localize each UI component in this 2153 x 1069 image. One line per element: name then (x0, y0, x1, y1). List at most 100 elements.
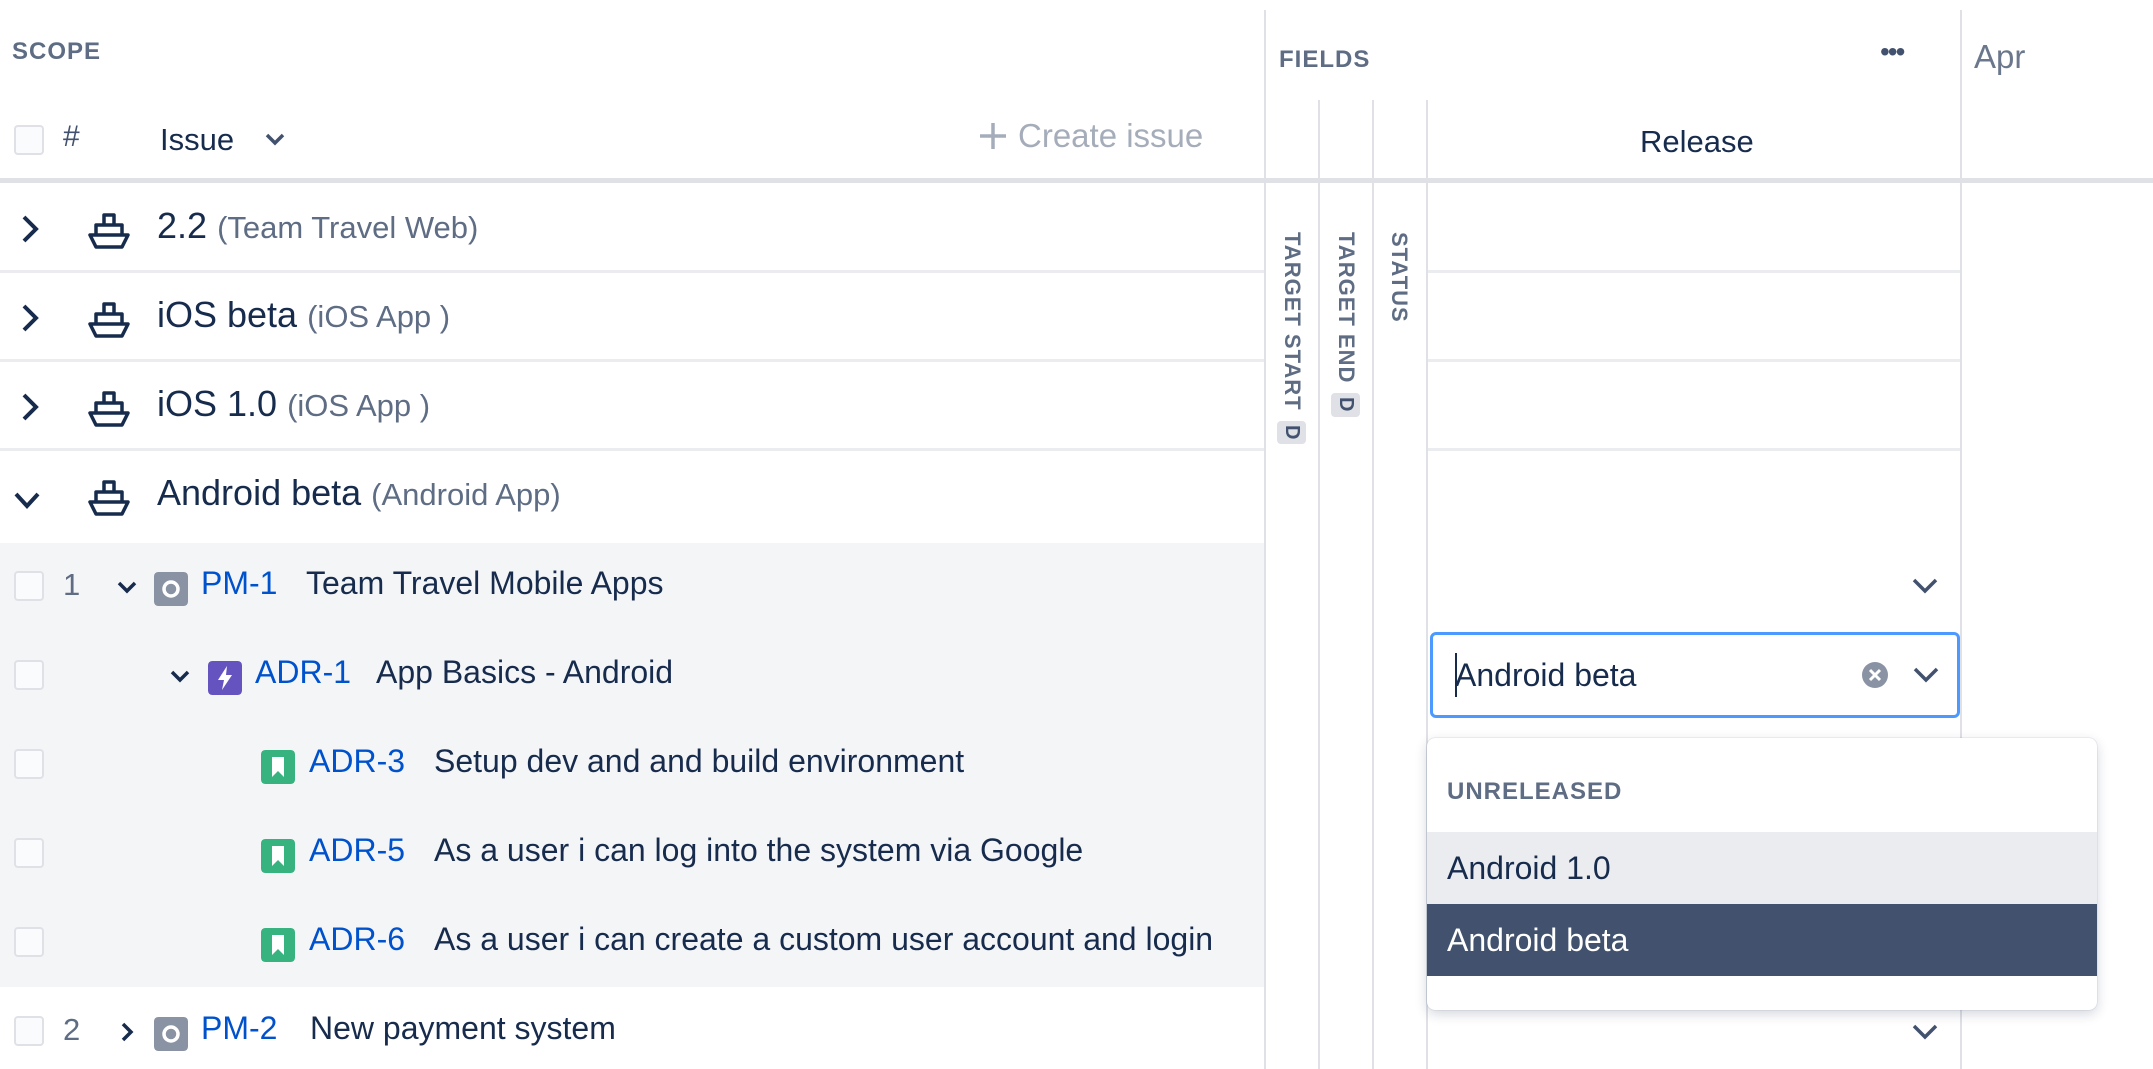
ship-icon (88, 302, 130, 338)
row-divider (0, 448, 1266, 451)
menu-option-android-beta[interactable]: Android beta (1427, 904, 2097, 976)
row-divider (1427, 270, 1960, 273)
row-checkbox[interactable] (14, 838, 44, 868)
table-row[interactable]: 1 PM-1 Team Travel Mobile Apps (0, 542, 1266, 631)
table-row[interactable]: ADR-3 Setup dev and and build environmen… (0, 720, 1266, 809)
target-end-label: TARGET END (1334, 232, 1359, 384)
release-group-name: iOS 1.0 (iOS App ) (157, 383, 430, 425)
release-group-row[interactable]: iOS beta (iOS App ) (0, 276, 1266, 365)
row-divider (1427, 448, 1960, 451)
header-divider (0, 178, 2153, 183)
table-row[interactable]: ADR-1 App Basics - Android (0, 631, 1266, 720)
target-start-label: TARGET START (1280, 232, 1305, 411)
group-title: iOS beta (157, 294, 298, 335)
menu-group-label: UNRELEASED (1447, 778, 1623, 805)
issue-column-header[interactable]: Issue (160, 122, 286, 158)
chevron-right-icon[interactable] (115, 1017, 139, 1047)
create-issue-label: Create issue (1018, 117, 1204, 154)
ship-icon (88, 391, 130, 427)
number-column-header: # (63, 120, 80, 153)
row-checkbox[interactable] (14, 660, 44, 690)
chevron-down-icon (265, 133, 285, 146)
release-column-header: Release (1640, 124, 1754, 159)
group-project: (Android App) (371, 477, 561, 512)
bookmark-icon (261, 839, 295, 873)
issue-key-link[interactable]: ADR-1 (255, 654, 351, 691)
chevron-right-icon[interactable] (16, 209, 46, 249)
table-row[interactable]: ADR-5 As a user i can log into the syste… (0, 809, 1266, 898)
row-checkbox[interactable] (14, 927, 44, 957)
timeline-month: Apr (1974, 38, 2026, 75)
release-group-row[interactable]: 2.2 (Team Travel Web) (0, 187, 1266, 276)
release-select-value: Android beta (1455, 657, 1637, 693)
issue-key-link[interactable]: ADR-5 (309, 832, 405, 869)
row-checkbox[interactable] (14, 571, 44, 601)
create-issue-button[interactable]: Create issue (978, 117, 1203, 155)
epic-icon (154, 572, 188, 606)
fields-header: FIELDS (1279, 46, 1371, 73)
release-dropdown-chevron-icon[interactable] (1910, 1020, 1940, 1044)
group-project: (iOS App ) (307, 299, 451, 334)
row-divider (0, 359, 1266, 362)
issue-title: New payment system (310, 1010, 616, 1046)
more-options-button[interactable]: ••• (1880, 36, 1905, 68)
release-dropdown-chevron-icon[interactable] (1910, 574, 1940, 598)
date-badge: D (1331, 393, 1360, 417)
issue-title: As a user i can log into the system via … (434, 832, 1084, 868)
status-label: STATUS (1387, 232, 1412, 323)
row-number: 1 (63, 567, 81, 602)
chevron-down-icon[interactable] (1911, 663, 1941, 687)
clear-icon[interactable] (1860, 660, 1890, 690)
target-start-column-header: TARGET START D (1277, 232, 1306, 445)
issue-title: Team Travel Mobile Apps (306, 565, 664, 601)
scope-fields-divider (1264, 10, 1266, 1069)
chevron-down-icon[interactable] (12, 480, 42, 520)
lightning-icon (208, 661, 242, 695)
chevron-down-icon[interactable] (115, 572, 139, 602)
group-title: Android beta (157, 472, 362, 513)
row-divider (1427, 359, 1960, 362)
bookmark-icon (261, 750, 295, 784)
scope-header: SCOPE (12, 38, 102, 65)
issue-title: Setup dev and and build environment (434, 743, 965, 779)
field-column-divider (1318, 100, 1320, 1069)
release-group-row[interactable]: Android beta (Android App) (0, 454, 1266, 543)
bookmark-icon (261, 928, 295, 962)
release-group-row[interactable]: iOS 1.0 (iOS App ) (0, 365, 1266, 454)
issue-title: App Basics - Android (376, 654, 674, 690)
field-column-divider (1372, 100, 1374, 1069)
ship-icon (88, 480, 130, 516)
chevron-right-icon[interactable] (16, 298, 46, 338)
release-group-name: 2.2 (Team Travel Web) (157, 205, 478, 247)
release-group-name: Android beta (Android App) (157, 472, 561, 514)
plus-icon (980, 123, 1006, 149)
group-project: (iOS App ) (287, 388, 431, 423)
target-end-column-header: TARGET END D (1331, 232, 1360, 417)
release-group-name: iOS beta (iOS App ) (157, 294, 450, 336)
table-row[interactable]: ADR-6 As a user i can create a custom us… (0, 898, 1266, 987)
issue-key-link[interactable]: PM-1 (201, 565, 277, 602)
row-checkbox[interactable] (14, 1016, 44, 1046)
group-project: (Team Travel Web) (217, 210, 479, 245)
release-select-input[interactable]: Android beta (1430, 632, 1960, 718)
issue-column-label: Issue (160, 122, 235, 157)
issue-key-link[interactable]: PM-2 (201, 1010, 277, 1047)
ship-icon (88, 213, 130, 249)
chevron-right-icon[interactable] (16, 387, 46, 427)
row-divider (0, 270, 1266, 273)
status-column-header: STATUS (1386, 232, 1412, 323)
select-all-checkbox[interactable] (14, 125, 44, 155)
row-checkbox[interactable] (14, 749, 44, 779)
release-dropdown-menu: UNRELEASED Android 1.0 Android beta (1427, 738, 2097, 1010)
issue-title: As a user i can create a custom user acc… (434, 921, 1214, 957)
table-row[interactable]: 2 PM-2 New payment system (0, 987, 1266, 1069)
row-number: 2 (63, 1012, 81, 1047)
chevron-down-icon[interactable] (168, 661, 192, 691)
date-badge: D (1277, 420, 1306, 445)
issue-key-link[interactable]: ADR-3 (309, 743, 405, 780)
menu-option-android-1-0[interactable]: Android 1.0 (1427, 832, 2097, 904)
epic-icon (154, 1017, 188, 1051)
group-title: 2.2 (157, 205, 208, 246)
issue-key-link[interactable]: ADR-6 (309, 921, 405, 958)
group-title: iOS 1.0 (157, 383, 278, 424)
